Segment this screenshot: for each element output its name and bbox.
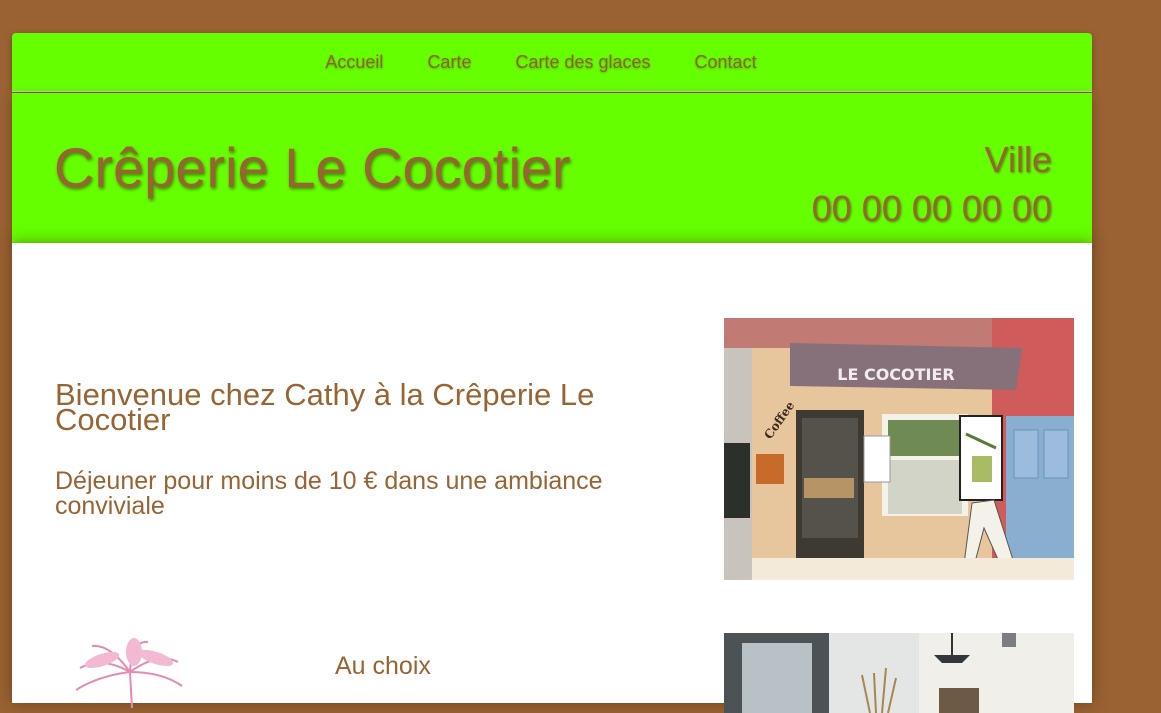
- nav-divider: [12, 91, 1092, 92]
- interior-photo: [724, 633, 1074, 713]
- palm-tree-image: [62, 638, 192, 708]
- main-nav: Accueil Carte Carte des glaces Contact: [12, 33, 1092, 91]
- storefront-sign-text: LE COCOTIER: [837, 365, 955, 384]
- header-contact: Ville 00 00 00 00 00: [812, 137, 1052, 235]
- welcome-subtitle: Déjeuner pour moins de 10 € dans une amb…: [55, 467, 603, 520]
- nav-item-contact[interactable]: Contact: [695, 52, 757, 73]
- feature-heading: Au choix: [335, 652, 431, 680]
- site-header: Crêperie Le Cocotier Ville 00 00 00 00 0…: [12, 93, 1092, 243]
- header-city: Ville: [984, 139, 1052, 180]
- storefront-photo: LE COCOTIER Coffee: [724, 318, 1074, 580]
- nav-item-accueil[interactable]: Accueil: [325, 52, 383, 73]
- site-title: Crêperie Le Cocotier: [54, 136, 571, 199]
- nav-item-carte-des-glaces[interactable]: Carte des glaces: [515, 52, 650, 73]
- header-phone: 00 00 00 00 00: [811, 188, 1052, 229]
- main-content: Bienvenue chez Cathy à la Crêperie Le Co…: [12, 243, 1092, 713]
- welcome-title: Bienvenue chez Cathy à la Crêperie Le Co…: [55, 377, 595, 437]
- nav-item-carte[interactable]: Carte: [427, 52, 471, 73]
